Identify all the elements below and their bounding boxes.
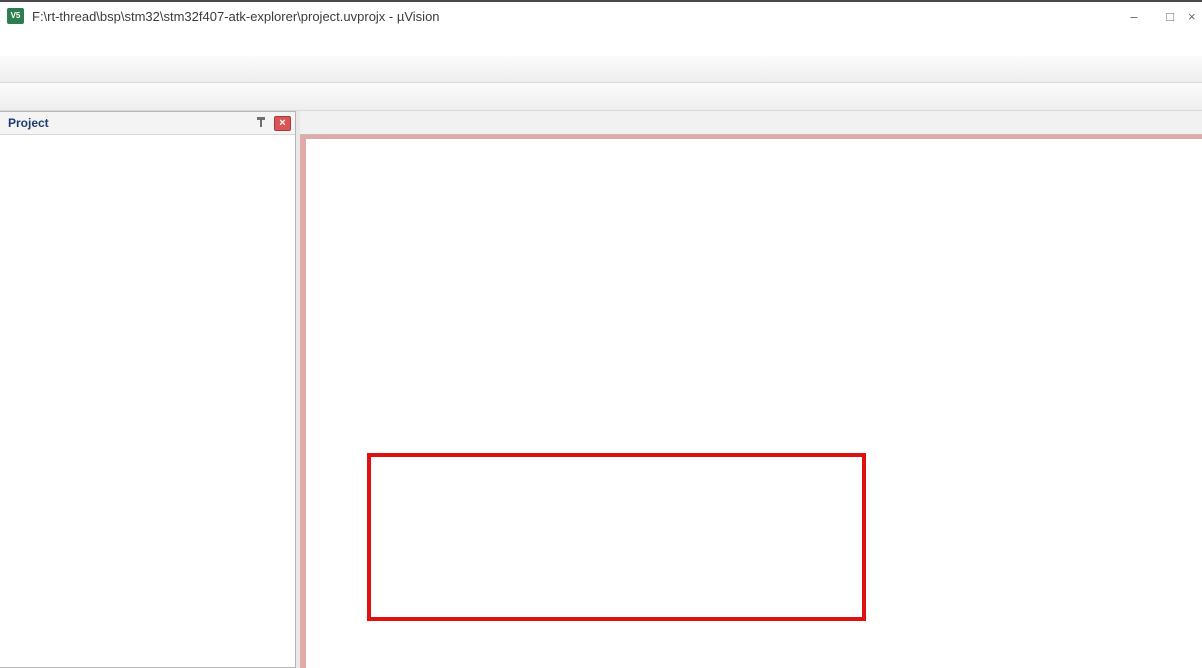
project-panel: Project ×: [0, 111, 296, 668]
menu-bar: [0, 30, 1202, 56]
minimize-button[interactable]: –: [1116, 2, 1152, 30]
build-toolbar: [0, 83, 1202, 111]
column-ruler: [1022, 139, 1023, 668]
editor-frame: [300, 135, 1202, 668]
project-panel-title: Project: [8, 116, 256, 130]
close-panel-button[interactable]: ×: [274, 116, 291, 131]
main-toolbar: [0, 56, 1202, 83]
project-panel-header: Project ×: [0, 112, 295, 135]
editor-area: [300, 111, 1202, 668]
editor-tab-bar: [300, 111, 1202, 135]
maximize-button[interactable]: □: [1152, 2, 1188, 30]
window-title: F:\rt-thread\bsp\stm32\stm32f407-atk-exp…: [32, 9, 440, 24]
project-tree: [0, 135, 295, 667]
window-controls: –□×: [1116, 2, 1202, 30]
title-bar: F:\rt-thread\bsp\stm32\stm32f407-atk-exp…: [0, 2, 1202, 30]
pin-icon[interactable]: [256, 117, 266, 130]
uvision-window: F:\rt-thread\bsp\stm32\stm32f407-atk-exp…: [0, 0, 1202, 668]
annotation-rectangle: [367, 453, 866, 621]
close-button[interactable]: ×: [1188, 2, 1202, 30]
uvision-logo-icon: [7, 8, 24, 24]
main-area: Project ×: [0, 111, 1202, 668]
code-editor[interactable]: [306, 139, 1202, 668]
